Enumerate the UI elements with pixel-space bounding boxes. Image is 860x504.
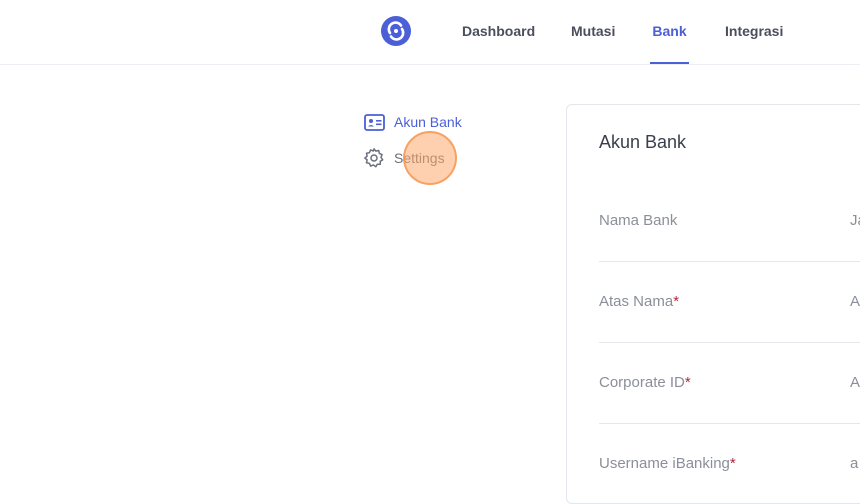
sidebar-item-label: Settings xyxy=(394,150,445,166)
required-marker: * xyxy=(673,293,680,310)
nav-mutasi[interactable]: Mutasi xyxy=(571,22,615,64)
field-label-nama-bank: Nama Bank xyxy=(599,212,677,229)
app-logo-icon[interactable] xyxy=(381,16,411,46)
field-label-text: Corporate ID xyxy=(599,374,685,391)
field-label-text: Atas Nama xyxy=(599,293,674,310)
field-label-text: Username iBanking xyxy=(599,455,730,472)
field-value-username-ibanking[interactable]: a xyxy=(850,455,858,472)
nav-dashboard[interactable]: Dashboard xyxy=(462,22,535,64)
field-label-atas-nama: Atas Nama* xyxy=(599,293,679,310)
sidebar-item-akun-bank[interactable]: Akun Bank xyxy=(363,111,462,133)
divider xyxy=(599,342,860,343)
sidebar-item-settings[interactable]: Settings xyxy=(363,147,445,169)
field-label-username-ibanking: Username iBanking* xyxy=(599,455,736,472)
card-title: Akun Bank xyxy=(599,132,687,152)
field-value-atas-nama[interactable]: A xyxy=(850,293,860,310)
field-value-nama-bank[interactable]: Ja xyxy=(850,212,860,229)
divider xyxy=(599,423,860,424)
field-value-corporate-id[interactable]: A xyxy=(850,374,860,391)
gear-icon xyxy=(363,147,385,169)
field-label-text: Nama Bank xyxy=(599,212,678,229)
required-marker: * xyxy=(684,374,691,391)
sidebar-item-label: Akun Bank xyxy=(394,114,462,130)
nav-integrasi[interactable]: Integrasi xyxy=(725,22,783,64)
top-navbar: Dashboard Mutasi Bank Integrasi xyxy=(0,0,860,65)
divider xyxy=(599,261,860,262)
id-card-icon xyxy=(363,111,385,133)
field-label-corporate-id: Corporate ID* xyxy=(599,374,691,391)
nav-bank[interactable]: Bank xyxy=(650,22,689,64)
required-marker: * xyxy=(729,455,736,472)
